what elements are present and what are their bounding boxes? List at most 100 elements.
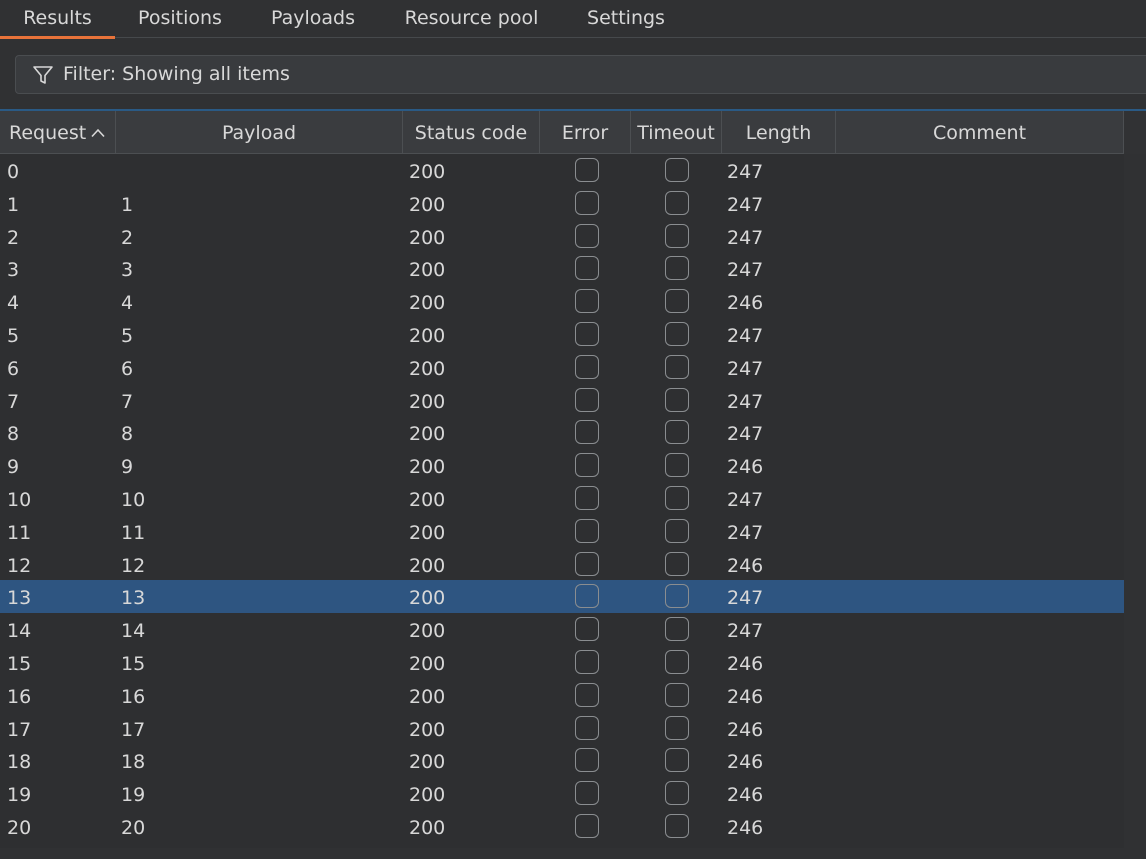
table-row[interactable]: 3 3 200 247 (0, 252, 1124, 285)
timeout-checkbox[interactable] (665, 781, 689, 806)
error-checkbox[interactable] (575, 486, 599, 510)
table-row[interactable]: 10 10 200 247 (0, 482, 1124, 515)
error-checkbox[interactable] (575, 223, 599, 248)
cell-length: 247 (727, 193, 764, 216)
cell-length: 247 (727, 357, 764, 380)
error-checkbox[interactable] (575, 814, 599, 838)
table-row[interactable]: 2 2 200 247 (0, 220, 1124, 253)
timeout-checkbox[interactable] (665, 551, 689, 576)
error-checkbox[interactable] (575, 617, 599, 642)
table-row[interactable]: 13 13 200 247 (0, 580, 1124, 614)
tab-resource-pool[interactable]: Resource pool (391, 0, 552, 38)
timeout-checkbox[interactable] (665, 354, 689, 379)
table-row[interactable]: 7 7 200 247 (0, 384, 1124, 417)
error-checkbox[interactable] (575, 387, 599, 412)
cell-length: 247 (727, 325, 764, 347)
cell-status-code: 200 (409, 456, 446, 479)
column-header-error[interactable]: Error (540, 111, 631, 153)
cell-request: 15 (7, 653, 32, 675)
table-row[interactable]: 18 18 200 246 (0, 744, 1124, 777)
cell-request: 17 (7, 718, 32, 741)
timeout-checkbox[interactable] (665, 715, 689, 740)
error-checkbox[interactable] (575, 453, 599, 478)
column-header-request-label: Request (9, 122, 87, 144)
error-checkbox[interactable] (575, 158, 599, 182)
column-header-comment[interactable]: Comment (836, 111, 1124, 153)
error-checkbox[interactable] (575, 322, 599, 346)
error-checkbox[interactable] (575, 190, 599, 215)
tab-results[interactable]: Results (0, 0, 115, 39)
column-header-payload[interactable]: Payload (116, 111, 403, 153)
column-header-timeout[interactable]: Timeout (631, 111, 722, 153)
cell-length: 247 (727, 259, 764, 282)
column-header-status-code[interactable]: Status code (403, 111, 540, 153)
timeout-checkbox[interactable] (665, 223, 689, 248)
error-checkbox[interactable] (575, 518, 599, 543)
cell-status-code: 200 (409, 193, 446, 216)
cell-status-code: 200 (409, 653, 446, 675)
error-checkbox[interactable] (575, 354, 599, 379)
timeout-checkbox[interactable] (665, 453, 689, 478)
error-checkbox[interactable] (575, 715, 599, 740)
error-checkbox[interactable] (575, 551, 599, 576)
error-checkbox[interactable] (575, 682, 599, 707)
timeout-checkbox[interactable] (665, 158, 689, 182)
timeout-checkbox[interactable] (665, 682, 689, 707)
table-row[interactable]: 6 6 200 247 (0, 351, 1124, 384)
cell-payload: 17 (121, 718, 146, 741)
bottom-edge (0, 848, 1146, 859)
table-row[interactable]: 16 16 200 246 (0, 679, 1124, 712)
timeout-checkbox[interactable] (665, 322, 689, 346)
table-row[interactable]: 15 15 200 246 (0, 646, 1124, 679)
table-row[interactable]: 1 1 200 247 (0, 187, 1124, 220)
cell-payload: 3 (121, 259, 134, 282)
timeout-checkbox[interactable] (665, 617, 689, 642)
cell-request: 4 (7, 292, 20, 315)
sort-ascending-icon (91, 128, 105, 138)
error-checkbox[interactable] (575, 781, 599, 806)
table-row[interactable]: 20 20 200 246 (0, 810, 1124, 843)
column-header-request[interactable]: Request (0, 111, 116, 153)
table-row[interactable]: 5 5 200 247 (0, 318, 1124, 351)
cell-request: 11 (7, 521, 32, 544)
cell-payload: 16 (121, 685, 146, 708)
cell-payload: 10 (121, 489, 146, 511)
timeout-checkbox[interactable] (665, 256, 689, 281)
table-row[interactable]: 9 9 200 246 (0, 449, 1124, 482)
cell-request: 5 (7, 325, 20, 347)
cell-request: 12 (7, 554, 32, 577)
cell-length: 247 (727, 161, 764, 183)
timeout-checkbox[interactable] (665, 748, 689, 773)
timeout-checkbox[interactable] (665, 518, 689, 543)
timeout-checkbox[interactable] (665, 289, 689, 314)
table-row[interactable]: 0 200 247 (0, 154, 1124, 187)
table-row[interactable]: 12 12 200 246 (0, 548, 1124, 581)
error-checkbox[interactable] (575, 256, 599, 281)
error-checkbox[interactable] (575, 584, 599, 609)
cell-length: 246 (727, 718, 764, 741)
timeout-checkbox[interactable] (665, 814, 689, 838)
table-row[interactable]: 17 17 200 246 (0, 712, 1124, 745)
tab-payloads[interactable]: Payloads (258, 0, 368, 38)
table-row[interactable]: 14 14 200 247 (0, 613, 1124, 646)
table-row[interactable]: 8 8 200 247 (0, 416, 1124, 449)
error-checkbox[interactable] (575, 420, 599, 445)
timeout-checkbox[interactable] (665, 486, 689, 510)
timeout-checkbox[interactable] (665, 190, 689, 215)
timeout-checkbox[interactable] (665, 387, 689, 412)
cell-length: 246 (727, 784, 764, 807)
tab-positions[interactable]: Positions (124, 0, 236, 38)
timeout-checkbox[interactable] (665, 650, 689, 674)
timeout-checkbox[interactable] (665, 584, 689, 609)
tab-settings[interactable]: Settings (576, 0, 676, 38)
timeout-checkbox[interactable] (665, 420, 689, 445)
error-checkbox[interactable] (575, 289, 599, 314)
error-checkbox[interactable] (575, 748, 599, 773)
column-header-length[interactable]: Length (722, 111, 836, 153)
table-row[interactable]: 4 4 200 246 (0, 285, 1124, 318)
header-corner (1124, 111, 1146, 154)
error-checkbox[interactable] (575, 650, 599, 674)
table-row[interactable]: 11 11 200 247 (0, 515, 1124, 548)
table-row[interactable]: 19 19 200 246 (0, 777, 1124, 810)
filter-bar[interactable]: Filter: Showing all items (15, 55, 1146, 94)
